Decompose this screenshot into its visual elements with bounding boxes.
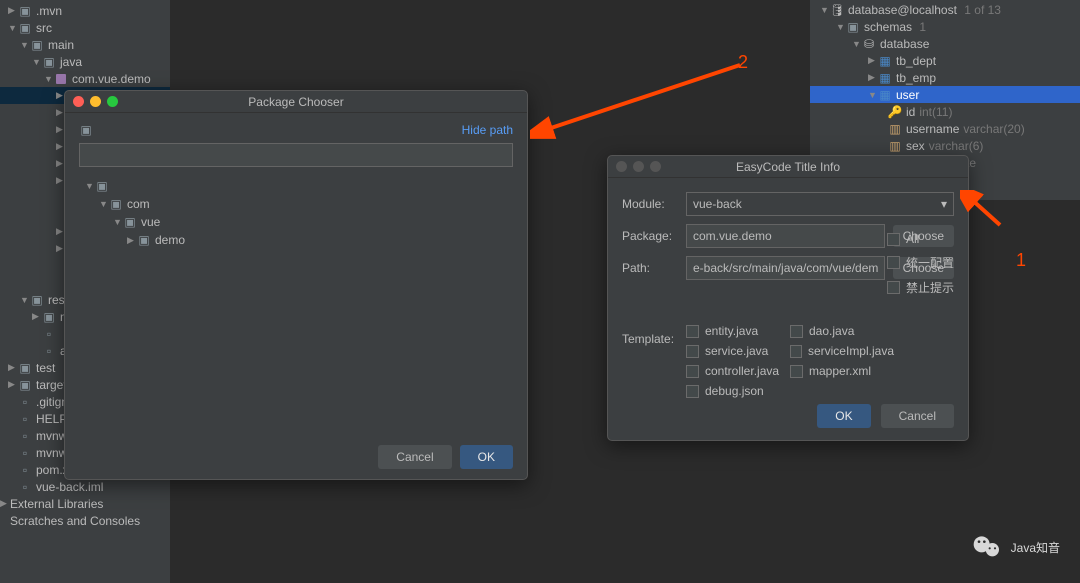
scratches-consoles[interactable]: Scratches and Consoles (0, 512, 170, 529)
cancel-button[interactable]: Cancel (378, 445, 451, 469)
tree-item[interactable]: ▼▣java (0, 53, 170, 70)
easycode-dialog: EasyCode Title Info Module: vue-back▾ Pa… (607, 155, 969, 441)
db-table[interactable]: ▼▦user (810, 86, 1080, 103)
annotation-2: 2 (738, 52, 748, 73)
wechat-icon (971, 531, 1003, 563)
template-checkbox[interactable]: entity.java (686, 324, 790, 338)
tree-item[interactable]: ▼▣main (0, 36, 170, 53)
annotation-arrow-2 (530, 60, 760, 140)
minimize-button[interactable] (90, 96, 101, 107)
template-checkbox[interactable]: controller.java (686, 364, 790, 378)
template-checkbox[interactable]: mapper.xml (790, 364, 894, 378)
tree-item[interactable]: ▼com.vue.demo (0, 70, 170, 87)
template-checkbox[interactable]: service.java (686, 344, 790, 358)
maximize-button[interactable] (107, 96, 118, 107)
db-column[interactable]: ▥sexvarchar(6) (810, 137, 1080, 154)
tree-item[interactable]: ▫vue-back.iml (0, 478, 170, 495)
tree-item[interactable]: ▶▣.mvn (0, 2, 170, 19)
close-button[interactable] (73, 96, 84, 107)
dialog-title: Package Chooser (248, 95, 343, 109)
cancel-button[interactable]: Cancel (881, 404, 954, 428)
close-button[interactable] (616, 161, 627, 172)
ok-button[interactable]: OK (817, 404, 870, 428)
minimize-button[interactable] (633, 161, 644, 172)
package-path-input[interactable] (79, 143, 513, 167)
package-label: Package: (622, 229, 686, 243)
db-schemas[interactable]: ▼▣schemas 1 (810, 18, 1080, 35)
package-tree-item[interactable]: ▼▣com (79, 195, 513, 213)
tree-item[interactable]: ▼▣src (0, 19, 170, 36)
dialog-titlebar: Package Chooser (65, 91, 527, 113)
template-label: Template: (622, 332, 686, 346)
db-database[interactable]: ▼⛁database (810, 35, 1080, 52)
option-checkbox[interactable]: All (887, 232, 954, 246)
package-tree[interactable]: ▼▣▼▣com▼▣vue▶▣demo (79, 173, 513, 423)
annotation-1: 1 (1016, 250, 1026, 271)
external-libraries[interactable]: ▶External Libraries (0, 495, 170, 512)
path-input[interactable] (686, 256, 885, 280)
db-table[interactable]: ▶▦tb_dept (810, 52, 1080, 69)
ok-button[interactable]: OK (460, 445, 513, 469)
package-input[interactable] (686, 224, 885, 248)
dialog-titlebar: EasyCode Title Info (608, 156, 968, 178)
option-checkbox[interactable]: 禁止提示 (887, 279, 954, 296)
db-column[interactable]: ▥usernamevarchar(20) (810, 120, 1080, 137)
maximize-button[interactable] (650, 161, 661, 172)
module-label: Module: (622, 197, 686, 211)
module-select[interactable]: vue-back▾ (686, 192, 954, 216)
option-checkbox[interactable]: 统一配置 (887, 254, 954, 271)
template-checkbox[interactable]: serviceImpl.java (790, 344, 894, 358)
chevron-down-icon: ▾ (941, 197, 947, 211)
db-column[interactable]: 🔑idint(11) (810, 103, 1080, 120)
template-checkbox[interactable]: dao.java (790, 324, 894, 338)
path-label: Path: (622, 261, 686, 275)
db-root[interactable]: ▼🛢database@localhost 1 of 13 (810, 1, 1080, 18)
hide-path-link[interactable]: Hide path (462, 123, 513, 137)
package-tree-item[interactable]: ▼▣ (79, 177, 513, 195)
new-folder-icon[interactable]: ▣ (79, 123, 93, 137)
template-checkbox[interactable]: debug.json (686, 384, 790, 398)
dialog-title: EasyCode Title Info (736, 160, 840, 174)
db-table[interactable]: ▶▦tb_emp (810, 69, 1080, 86)
package-tree-item[interactable]: ▼▣vue (79, 213, 513, 231)
package-chooser-dialog: Package Chooser ▣ Hide path ▼▣▼▣com▼▣vue… (64, 90, 528, 480)
package-tree-item[interactable]: ▶▣demo (79, 231, 513, 249)
watermark: Java知音 (971, 531, 1060, 563)
